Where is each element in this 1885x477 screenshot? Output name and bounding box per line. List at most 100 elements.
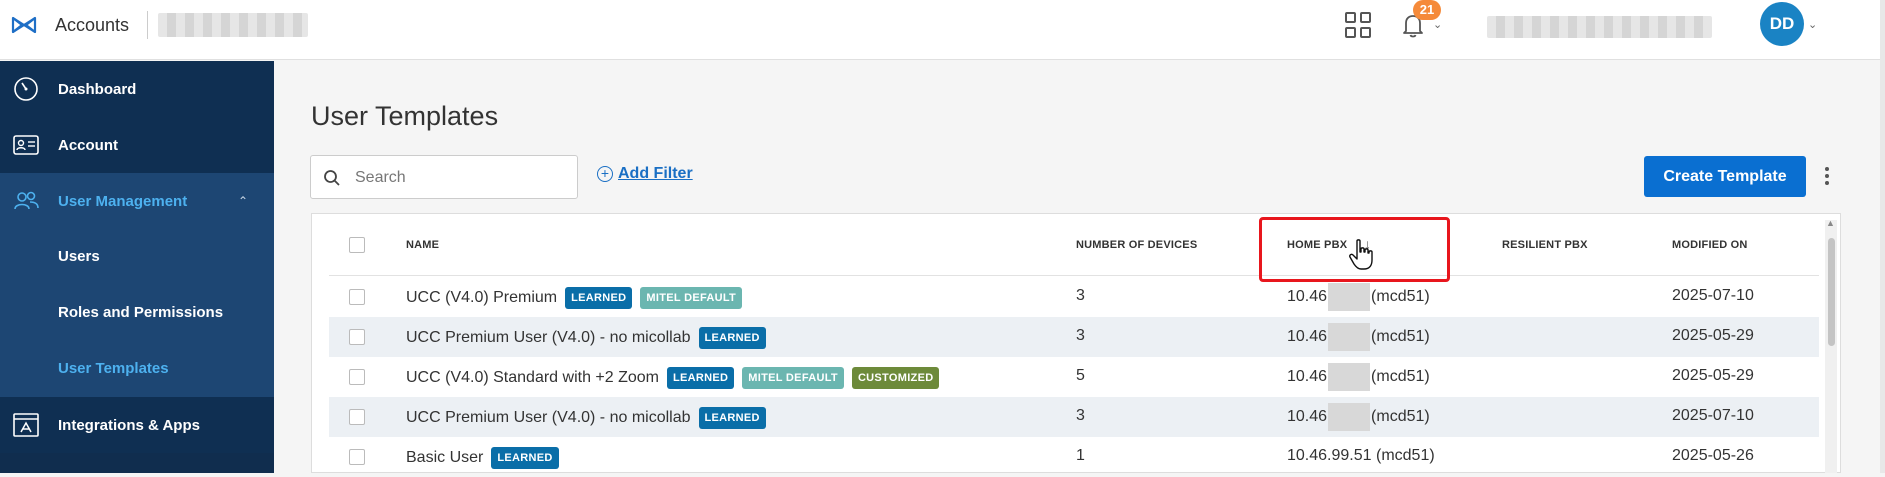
sidebar-item-label: Account xyxy=(58,136,118,154)
search-input[interactable] xyxy=(355,166,565,190)
sidebar-item-integrations[interactable]: Integrations & Apps xyxy=(0,397,274,453)
sidebar-item-user-management[interactable]: User Management ⌃ xyxy=(0,173,274,229)
table-row[interactable]: UCC Premium User (V4.0) - no micollab LE… xyxy=(329,317,1819,357)
more-options-icon[interactable] xyxy=(1820,164,1834,190)
redacted-ip xyxy=(1328,403,1371,431)
sidebar-item-account[interactable]: Account xyxy=(0,117,274,173)
home-pbx-cell: 10.46 (mcd51) xyxy=(1287,403,1430,431)
learned-tag: LEARNED xyxy=(698,407,766,429)
learned-tag: LEARNED xyxy=(565,287,633,309)
learned-tag: LEARNED xyxy=(698,327,766,349)
devices-cell: 3 xyxy=(1076,407,1085,424)
dashboard-icon xyxy=(14,77,38,101)
integrations-icon xyxy=(13,413,39,437)
name-cell: UCC (V4.0) Standard with +2 Zoom LEARNED… xyxy=(406,367,940,389)
column-header-modified-on[interactable]: MODIFIED ON xyxy=(1672,239,1748,251)
table-row[interactable]: UCC Premium User (V4.0) - no micollab LE… xyxy=(329,397,1819,437)
redacted-ip xyxy=(1328,363,1371,391)
redacted-ip xyxy=(1328,283,1371,311)
customized-tag: CUSTOMIZED xyxy=(851,367,940,389)
account-card-icon xyxy=(13,135,39,155)
pbx-name: (mcd51) xyxy=(1371,288,1430,305)
home-pbx-cell: 10.46 (mcd51) xyxy=(1287,323,1430,351)
learned-tag: LEARNED xyxy=(667,367,735,389)
ip-prefix: 10.46 xyxy=(1287,408,1328,425)
name-cell: UCC Premium User (V4.0) - no micollab LE… xyxy=(406,327,766,349)
learned-tag: LEARNED xyxy=(491,447,559,469)
top-bar: Accounts 21 ⌄ DD ⌄ xyxy=(0,0,1885,60)
modified-cell: 2025-05-29 xyxy=(1672,327,1754,344)
template-name[interactable]: Basic User xyxy=(406,449,483,467)
name-cell: UCC (V4.0) Premium LEARNED MITEL DEFAULT xyxy=(406,287,743,309)
select-all-checkbox[interactable] xyxy=(349,237,365,253)
sidebar-item-label: User Management xyxy=(58,192,188,210)
mitel-default-tag: MITEL DEFAULT xyxy=(742,367,844,389)
apps-grid-icon[interactable] xyxy=(1345,12,1373,40)
table-header: NAME NUMBER OF DEVICES HOME PBX ↓ RESILI… xyxy=(329,214,1819,276)
window-edge xyxy=(1880,0,1885,473)
create-template-button[interactable]: Create Template xyxy=(1644,156,1806,197)
modified-cell: 2025-05-26 xyxy=(1672,447,1754,464)
search-icon xyxy=(324,170,340,186)
sidebar-item-label: Dashboard xyxy=(58,80,137,98)
ip-prefix: 10.46 xyxy=(1287,368,1328,385)
sidebar-subitem-label: Roles and Permissions xyxy=(58,304,224,321)
sidebar-subitem-roles[interactable]: Roles and Permissions xyxy=(0,285,274,341)
mitel-default-tag: MITEL DEFAULT xyxy=(640,287,743,309)
modified-cell: 2025-07-10 xyxy=(1672,287,1754,304)
scroll-up-arrow-icon[interactable]: ▲ xyxy=(1826,218,1835,228)
search-box xyxy=(310,155,578,199)
ip-prefix: 10.46 xyxy=(1287,328,1328,345)
chevron-down-icon[interactable]: ⌄ xyxy=(1433,18,1442,31)
chevron-down-icon[interactable]: ⌄ xyxy=(1808,18,1817,31)
add-filter-button[interactable]: + Add Filter xyxy=(597,165,693,183)
modified-cell: 2025-05-29 xyxy=(1672,367,1754,384)
redacted-ip xyxy=(1328,323,1371,351)
notification-badge: 21 xyxy=(1413,0,1441,20)
table-row[interactable]: Basic User LEARNED 1 10.46.99.51 (mcd51)… xyxy=(329,437,1819,477)
column-header-home-pbx[interactable]: HOME PBX xyxy=(1287,239,1347,251)
home-pbx-cell: 10.46 (mcd51) xyxy=(1287,363,1430,391)
sidebar-subitem-label: Users xyxy=(58,248,100,265)
redacted-user-name xyxy=(1487,16,1712,38)
sidebar-subitem-user-templates[interactable]: User Templates xyxy=(0,341,274,397)
sidebar-subitem-label: User Templates xyxy=(58,360,169,377)
row-checkbox[interactable] xyxy=(349,369,365,385)
pbx-name: (mcd51) xyxy=(1371,368,1430,385)
template-name[interactable]: UCC (V4.0) Premium xyxy=(406,289,557,307)
templates-table: NAME NUMBER OF DEVICES HOME PBX ↓ RESILI… xyxy=(311,213,1841,473)
name-cell: UCC Premium User (V4.0) - no micollab LE… xyxy=(406,407,766,429)
row-checkbox[interactable] xyxy=(349,449,365,465)
hand-pointer-icon xyxy=(1349,239,1373,270)
row-checkbox[interactable] xyxy=(349,289,365,305)
sidebar: Dashboard Account User Management ⌃ User… xyxy=(0,61,274,473)
row-checkbox[interactable] xyxy=(349,329,365,345)
ip-address: 10.46.99.51 xyxy=(1287,447,1372,464)
home-pbx-cell: 10.46.99.51 (mcd51) xyxy=(1287,447,1435,465)
app-title: Accounts xyxy=(55,15,130,35)
sidebar-subitem-users[interactable]: Users xyxy=(0,229,274,285)
pbx-name: (mcd51) xyxy=(1375,447,1435,464)
chevron-up-icon[interactable]: ⌃ xyxy=(238,194,248,208)
pbx-name: (mcd51) xyxy=(1371,408,1430,425)
template-name[interactable]: UCC Premium User (V4.0) - no micollab xyxy=(406,329,691,347)
column-header-name[interactable]: NAME xyxy=(406,239,439,251)
devices-cell: 3 xyxy=(1076,327,1085,344)
logo-icon[interactable] xyxy=(10,14,38,36)
home-pbx-cell: 10.46 (mcd51) xyxy=(1287,283,1430,311)
row-checkbox[interactable] xyxy=(349,409,365,425)
table-row[interactable]: UCC (V4.0) Premium LEARNED MITEL DEFAULT… xyxy=(329,277,1819,317)
modified-cell: 2025-07-10 xyxy=(1672,407,1754,424)
table-row[interactable]: UCC (V4.0) Standard with +2 Zoom LEARNED… xyxy=(329,357,1819,397)
sidebar-item-dashboard[interactable]: Dashboard xyxy=(0,61,274,117)
scrollbar-thumb[interactable] xyxy=(1828,238,1835,346)
column-header-devices[interactable]: NUMBER OF DEVICES xyxy=(1076,239,1197,251)
title-divider xyxy=(147,11,148,39)
name-cell: Basic User LEARNED xyxy=(406,447,559,469)
avatar[interactable]: DD xyxy=(1760,2,1804,46)
template-name[interactable]: UCC (V4.0) Standard with +2 Zoom xyxy=(406,369,659,387)
devices-cell: 5 xyxy=(1076,367,1085,384)
template-name[interactable]: UCC Premium User (V4.0) - no micollab xyxy=(406,409,691,427)
redacted-org-name xyxy=(158,13,308,37)
column-header-resilient-pbx[interactable]: RESILIENT PBX xyxy=(1502,239,1588,251)
